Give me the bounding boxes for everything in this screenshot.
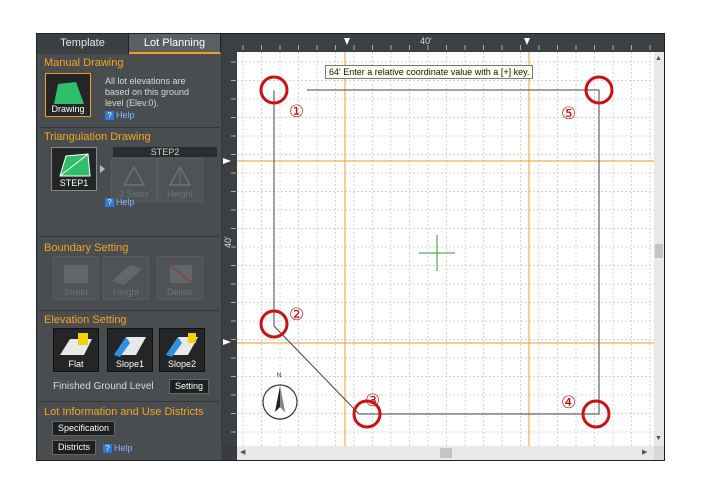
vertex-label-1: ① [289,102,305,122]
vertex-label-3: ③ [365,391,381,411]
divider [39,236,219,237]
left-panel: Template Lot Planning Manual Drawing Dra… [37,34,221,460]
help-icon: ? [105,198,114,207]
slope1-button[interactable]: Slope1 [107,328,153,372]
triangle-icon [59,153,91,177]
guide-marker-icon [223,158,231,164]
scroll-down-icon[interactable]: ▼ [655,435,662,442]
lot-info-title: Lot Information and Use Districts [44,406,204,418]
tab-lot-planning[interactable]: Lot Planning [129,34,221,54]
flat-button[interactable]: Flat [53,328,99,372]
step2-bar: STEP2 [113,147,217,157]
left-ruler-label: 40' [223,236,233,248]
drawing-tool-button[interactable]: Drawing [45,73,91,117]
compass-icon [262,384,298,420]
top-ruler-label: 40' [420,36,432,46]
scroll-right-icon[interactable]: ▶ [642,448,647,456]
setting-button[interactable]: Setting [169,379,210,394]
horizontal-scrollbar[interactable]: ◀ ▶ [237,446,654,460]
specification-button[interactable]: Specification [52,421,116,436]
vertex-label-5: ⑤ [561,104,577,124]
manual-note-line-2: based on this ground [105,87,190,97]
manual-note-line-1: All lot elevations are [105,76,186,86]
triangulation-help-label: Help [116,197,135,207]
delete-icon [169,264,193,284]
boundary-height-label: Height [112,287,139,297]
left-ruler-ticks [223,61,236,433]
manual-help-link[interactable]: ? Help [105,110,135,120]
flat-slope-icon [60,333,92,355]
step1-label: STEP1 [59,178,89,188]
app-window: Template Lot Planning Manual Drawing Dra… [36,33,665,461]
top-ruler: 40' [223,34,664,52]
vertex-label-4: ④ [561,393,577,413]
triangle-outline-icon [122,165,146,186]
triangulation-title: Triangulation Drawing [44,131,151,143]
finished-ground-level-label: Finished Ground Level [53,381,154,392]
slope2-icon [166,333,198,357]
vertical-scrollbar[interactable]: ▲ ▼ [654,52,664,446]
scroll-up-icon[interactable]: ▲ [655,55,662,62]
slope1-icon [114,337,146,357]
divider [39,401,219,402]
manual-help-label: Help [116,110,135,120]
boundary-height-icon [112,265,142,285]
divider [39,310,219,311]
manual-drawing-title: Manual Drawing [44,57,124,69]
vertex-label-2: ② [289,305,305,325]
help-icon: ? [103,444,112,453]
compass-north-label: N [277,373,282,379]
horizontal-scroll-thumb[interactable] [440,448,452,458]
boundary-title: Boundary Setting [44,242,129,254]
flat-label: Flat [68,359,84,369]
street-label: Street [63,287,88,297]
boundary-height-button[interactable]: Height [103,256,149,300]
slope2-button[interactable]: Slope2 [159,328,205,372]
slope1-label: Slope1 [115,359,145,369]
guide-marker-icon [524,38,530,45]
tab-bar: Template Lot Planning [37,34,221,54]
lot-info-help-link[interactable]: ? Help [103,443,133,453]
scroll-corner [654,446,664,460]
slope2-label: Slope2 [167,359,197,369]
arrow-right-icon [100,165,105,173]
manual-note-line-3: level (Elev.0). [105,98,159,108]
boundary-delete-label: Delete [166,287,193,297]
help-icon: ? [105,111,114,120]
tab-template[interactable]: Template [37,34,129,54]
three-sides-button[interactable]: 3 Sides [111,158,157,202]
coordinate-tooltip: 64' Enter a relative coordinate value wi… [325,65,534,79]
street-icon [64,265,88,283]
scroll-left-icon[interactable]: ◀ [240,448,245,456]
vertical-scroll-thumb[interactable] [655,244,663,258]
step1-button[interactable]: STEP1 [51,147,97,191]
divider [39,127,219,128]
drawing-canvas[interactable]: N 64' Enter a relative coordinate value … [237,52,654,446]
left-ruler: 40' [223,52,237,446]
street-button[interactable]: Street [53,256,99,300]
top-ruler-ticks [242,38,651,50]
height-triangle-icon [168,165,192,186]
drawing-tool-label: Drawing [51,104,85,114]
boundary-delete-button[interactable]: Delete [157,256,203,300]
triangulation-help-link[interactable]: ? Help [105,197,135,207]
guide-marker-icon [344,38,350,45]
districts-button[interactable]: Districts [52,440,96,455]
elevation-title: Elevation Setting [44,314,127,326]
lot-info-help-label: Help [114,443,133,453]
height-tri-label: Height [166,189,193,199]
guide-marker-icon [223,339,231,345]
height-tri-button[interactable]: Height [157,158,203,202]
